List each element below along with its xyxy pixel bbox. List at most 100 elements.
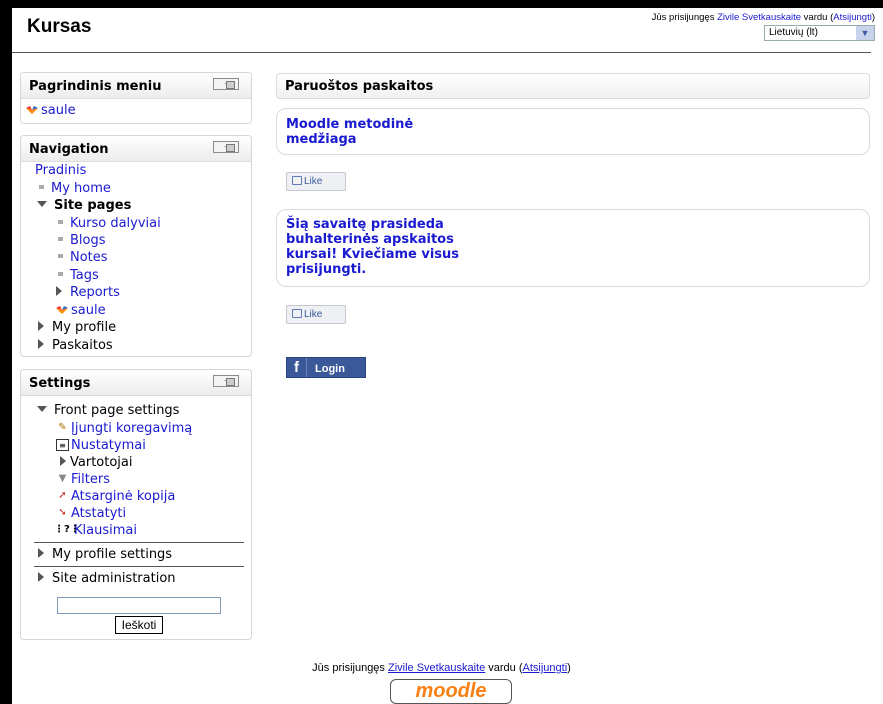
bullet-icon: [58, 219, 63, 224]
settings-item-label[interactable]: Įjungti koregavimą: [71, 421, 192, 436]
moodle-logo[interactable]: moodle: [390, 679, 512, 704]
nav-paskaitos-label: Paskaitos: [52, 338, 113, 353]
footer-user-link[interactable]: Zivile Svetkauskaite: [388, 662, 485, 674]
thumbs-up-icon: [292, 308, 302, 318]
hotpot-icon: [56, 305, 68, 314]
nav-item-label[interactable]: Kurso dalyviai: [70, 216, 161, 231]
collapsed-icon: [38, 547, 44, 558]
nav-item-tags[interactable]: Tags: [58, 268, 99, 284]
settings-item-backup[interactable]: ➚ Atsarginė kopija: [56, 489, 175, 505]
nav-item-notes[interactable]: Notes: [58, 250, 108, 266]
nav-root[interactable]: Pradinis: [35, 163, 86, 179]
nav-item-kurso-dalyviai[interactable]: Kurso dalyviai: [58, 216, 161, 232]
nav-item-reports[interactable]: Reports: [56, 285, 120, 301]
nav-site-pages[interactable]: Site pages: [37, 198, 131, 214]
nav-my-profile[interactable]: My profile: [38, 320, 116, 336]
header-divider: [12, 52, 871, 53]
settings-item-label[interactable]: Atsarginė kopija: [71, 489, 175, 504]
settings-item-label[interactable]: Atstatyti: [71, 506, 126, 521]
site-title: Kursas: [27, 16, 92, 37]
post-line[interactable]: Moodle metodinė: [286, 117, 413, 132]
logout-link[interactable]: Atsijungti: [833, 12, 872, 23]
thumbs-up-icon: [292, 175, 302, 185]
post-line[interactable]: medžiaga: [286, 132, 357, 147]
nav-item-saule[interactable]: saule: [55, 303, 106, 319]
like-button[interactable]: Like: [286, 172, 346, 191]
questions-icon: ⋮?⋮: [54, 523, 80, 535]
bullet-icon: [58, 271, 63, 276]
facebook-icon: f: [287, 358, 307, 377]
bullet-icon: [39, 184, 44, 189]
nav-root-label[interactable]: Pradinis: [35, 163, 86, 178]
nav-item-label[interactable]: Notes: [70, 250, 108, 265]
login-info: Jūs prisijungęs Zivile Svetkauskaite var…: [652, 12, 875, 23]
collapsed-icon: [60, 455, 66, 466]
post-card: Šią savaitę prasideda buhalterinės apska…: [276, 209, 870, 287]
footer-prefix: Jūs prisijungęs: [312, 662, 388, 674]
main-menu-block: Pagrindinis meniu – saule: [20, 72, 252, 124]
settings-item-label[interactable]: Klausimai: [74, 523, 137, 538]
language-select[interactable]: Lietuvių (lt) ▼: [764, 25, 875, 41]
nav-item-label[interactable]: saule: [71, 303, 106, 318]
settings-my-profile-label: My profile settings: [52, 547, 173, 562]
settings-item-restore[interactable]: ➘ Atstatyti: [56, 506, 126, 522]
settings-item-edit[interactable]: ✎ Įjungti koregavimą: [56, 421, 192, 437]
dock-icon[interactable]: –: [213, 375, 239, 387]
post-line[interactable]: Šią savaitę prasideda: [286, 217, 444, 232]
settings-item-filters[interactable]: ▼ Filters: [56, 472, 110, 488]
nav-item-label[interactable]: Reports: [70, 285, 120, 300]
nav-my-home[interactable]: My home: [39, 181, 111, 197]
collapsed-icon: [38, 338, 44, 349]
nav-my-profile-label: My profile: [52, 320, 117, 335]
like-button[interactable]: Like: [286, 305, 346, 324]
dock-icon[interactable]: –: [213, 78, 239, 90]
settings-front-page-label: Front page settings: [54, 403, 180, 418]
expanded-icon: [37, 200, 47, 207]
settings-divider: [34, 566, 244, 567]
settings-item-label: Vartotojai: [70, 455, 133, 470]
settings-site-admin[interactable]: Site administration: [38, 571, 176, 587]
login-prefix: Jūs prisijungęs: [651, 12, 718, 23]
login-suffix: ): [871, 12, 875, 23]
search-input[interactable]: [57, 597, 221, 614]
edit-icon: ✎: [58, 421, 67, 433]
settings-divider: [34, 542, 244, 543]
settings-site-admin-label: Site administration: [52, 571, 176, 586]
footer-logout-link[interactable]: Atsijungti: [523, 662, 568, 674]
nav-site-pages-label: Site pages: [54, 198, 132, 213]
menu-item-label[interactable]: saule: [41, 103, 76, 118]
like-label: Like: [304, 176, 323, 187]
settings-item-questions[interactable]: ⋮?⋮Klausimai: [54, 523, 137, 539]
settings-my-profile[interactable]: My profile settings: [38, 547, 172, 563]
block-title: Pagrindinis meniu: [29, 79, 162, 94]
post-line[interactable]: kursai! Kviečiame visus: [286, 247, 459, 262]
collapsed-icon: [56, 285, 62, 296]
search-button[interactable]: Ieškoti: [115, 616, 163, 634]
settings-item-label[interactable]: Filters: [71, 472, 110, 487]
post-line[interactable]: prisijungti.: [286, 262, 366, 277]
block-header: Settings –: [21, 370, 251, 396]
nav-my-home-label[interactable]: My home: [51, 181, 111, 196]
nav-item-label[interactable]: Blogs: [70, 233, 106, 248]
footer-suffix: ): [567, 662, 571, 674]
collapsed-icon: [38, 320, 44, 331]
menu-item-saule[interactable]: saule: [25, 103, 76, 119]
settings-item-nustatymai[interactable]: ≡ Nustatymai: [56, 438, 146, 454]
settings-item-label[interactable]: Nustatymai: [71, 438, 146, 453]
nav-item-label[interactable]: Tags: [70, 268, 99, 283]
post-line[interactable]: buhalterinės apskaitos: [286, 232, 454, 247]
settings-front-page[interactable]: Front page settings: [37, 403, 179, 419]
nav-item-blogs[interactable]: Blogs: [58, 233, 106, 249]
user-name-link[interactable]: Zivile Svetkauskaite: [717, 12, 801, 23]
nav-paskaitos[interactable]: Paskaitos: [38, 338, 113, 354]
backup-icon: ➚: [58, 489, 67, 501]
section-header: Paruoštos paskaitos: [276, 73, 870, 99]
block-header: Pagrindinis meniu –: [21, 73, 251, 99]
expanded-icon: [37, 405, 47, 412]
facebook-login-button[interactable]: f Login: [286, 357, 366, 378]
bullet-icon: [58, 236, 63, 241]
block-title: Navigation: [29, 142, 109, 157]
settings-item-vartotojai[interactable]: Vartotojai: [60, 455, 133, 471]
dock-icon[interactable]: –: [213, 141, 239, 153]
collapsed-icon: [38, 571, 44, 582]
